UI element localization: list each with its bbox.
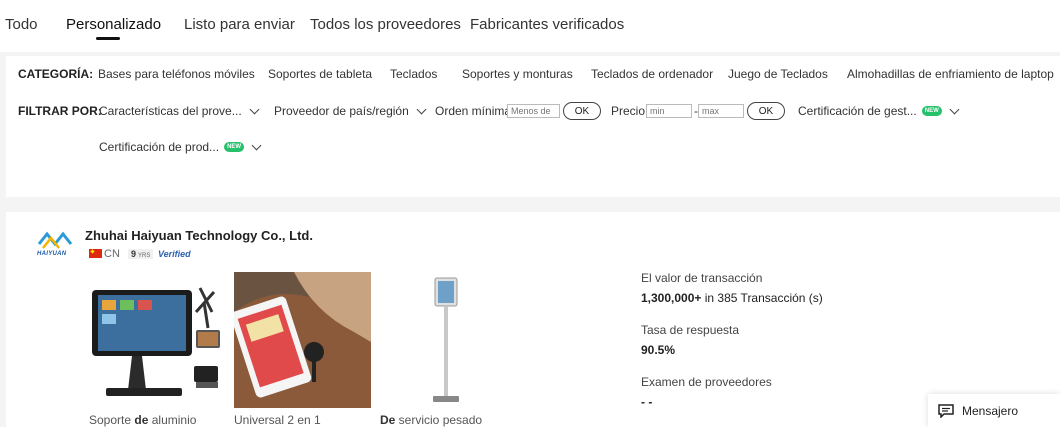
china-flag-icon bbox=[89, 249, 102, 258]
verified-badge: Verified bbox=[158, 249, 191, 259]
caption-bold-text: De bbox=[380, 413, 396, 427]
transaction-value: 1,300,000+ in 385 Transacción (s) bbox=[641, 291, 823, 305]
product-caption-2: Universal 2 en 1 bbox=[234, 413, 321, 427]
transaction-label: El valor de transacción bbox=[641, 271, 763, 285]
dropdown-label: Certificación de gest... bbox=[798, 104, 917, 118]
category-almohadillas-laptop[interactable]: Almohadillas de enfriamiento de laptop bbox=[847, 67, 1054, 81]
tab-fabricantes-verificados[interactable]: Fabricantes verificados bbox=[470, 16, 624, 33]
active-tab-indicator bbox=[96, 37, 120, 40]
category-teclados[interactable]: Teclados bbox=[390, 67, 437, 81]
tab-todos-los-proveedores[interactable]: Todos los proveedores bbox=[310, 16, 461, 33]
tab-bar: Todo Personalizado Listo para enviar Tod… bbox=[0, 0, 1060, 52]
chevron-down-icon bbox=[416, 104, 427, 114]
response-rate-label: Tasa de respuesta bbox=[641, 323, 740, 337]
company-name-link[interactable]: Zhuhai Haiyuan Technology Co., Ltd. bbox=[85, 228, 313, 243]
supplier-review-label: Examen de proveedores bbox=[641, 375, 772, 389]
caption-bold-text: de bbox=[134, 413, 149, 427]
price-label: Precio: bbox=[611, 104, 649, 118]
product-image-car-mount[interactable] bbox=[234, 272, 371, 408]
min-order-ok-button[interactable]: OK bbox=[563, 102, 601, 120]
messenger-button[interactable]: Mensajero bbox=[928, 394, 1060, 427]
tab-personalizado[interactable]: Personalizado bbox=[66, 16, 161, 33]
dropdown-label: Proveedor de país/región bbox=[274, 104, 409, 118]
supplier-features-dropdown[interactable]: Características del prove... bbox=[99, 104, 260, 118]
chevron-down-icon bbox=[251, 140, 262, 150]
years-value: 9 bbox=[131, 249, 137, 259]
filter-label: FILTRAR POR: bbox=[18, 104, 102, 118]
transaction-amount: 1,300,000+ bbox=[641, 291, 702, 305]
transaction-detail: in 385 Transacción (s) bbox=[701, 291, 823, 305]
years-badge: 9 YRS bbox=[128, 249, 154, 259]
response-rate-value: 90.5% bbox=[641, 343, 676, 357]
min-order-input[interactable] bbox=[507, 104, 560, 118]
logo-text: HAIYUAN bbox=[37, 251, 67, 257]
caption-text: Soporte bbox=[89, 413, 135, 427]
caption-text: aluminio bbox=[148, 413, 197, 427]
category-teclados-ordenador[interactable]: Teclados de ordenador bbox=[591, 67, 713, 81]
product-image-floor-stand[interactable] bbox=[379, 272, 516, 408]
product-caption-1: Soporte de aluminio bbox=[89, 413, 196, 427]
dropdown-label: Características del prove... bbox=[99, 104, 242, 118]
dropdown-label: Certificación de prod... bbox=[99, 140, 220, 154]
supplier-card: HAIYUAN Zhuhai Haiyuan Technology Co., L… bbox=[6, 212, 1060, 427]
price-min-input[interactable] bbox=[646, 104, 692, 118]
management-cert-dropdown[interactable]: Certificación de gest... NEW bbox=[798, 104, 960, 118]
caption-text: servicio pesado bbox=[395, 413, 483, 427]
supplier-country-dropdown[interactable]: Proveedor de país/región bbox=[274, 104, 427, 118]
chevron-down-icon bbox=[249, 104, 260, 114]
category-soportes-tableta[interactable]: Soportes de tableta bbox=[268, 67, 372, 81]
caption-text: Universal 2 en 1 bbox=[234, 413, 321, 427]
product-cert-dropdown[interactable]: Certificación de prod... NEW bbox=[99, 140, 262, 154]
product-caption-3: De servicio pesado bbox=[380, 413, 482, 427]
min-order-label: Orden mínima: bbox=[435, 104, 515, 118]
messenger-label: Mensajero bbox=[962, 403, 1019, 418]
filter-panel: CATEGORÍA: Bases para teléfonos móviles … bbox=[6, 56, 1060, 197]
chat-icon bbox=[938, 403, 954, 418]
years-suffix: YRS bbox=[138, 253, 151, 259]
new-badge: NEW bbox=[921, 106, 942, 116]
product-image-aluminum-stand[interactable] bbox=[84, 272, 221, 408]
country-code: CN bbox=[104, 248, 120, 260]
supplier-review-value: - - bbox=[641, 395, 653, 409]
category-label: CATEGORÍA: bbox=[18, 67, 94, 81]
category-soportes-monturas[interactable]: Soportes y monturas bbox=[462, 67, 573, 81]
tab-listo-para-enviar[interactable]: Listo para enviar bbox=[184, 16, 295, 33]
chevron-down-icon bbox=[949, 104, 960, 114]
category-bases-telefonos[interactable]: Bases para teléfonos móviles bbox=[98, 67, 255, 81]
price-ok-button[interactable]: OK bbox=[747, 102, 785, 120]
category-juego-teclados[interactable]: Juego de Teclados bbox=[728, 67, 828, 81]
tab-todo[interactable]: Todo bbox=[5, 16, 38, 33]
new-badge: NEW bbox=[224, 142, 245, 152]
price-max-input[interactable] bbox=[698, 104, 744, 118]
